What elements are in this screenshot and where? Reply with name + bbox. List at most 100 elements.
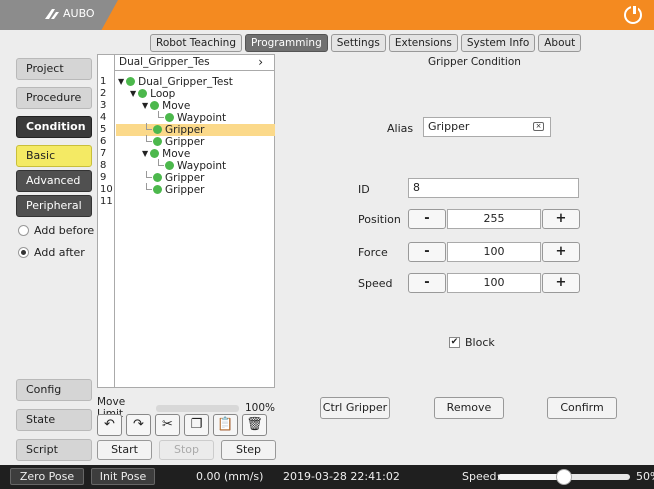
tree-item[interactable]: Gripper: [116, 135, 275, 148]
tab-extensions[interactable]: Extensions: [388, 34, 458, 52]
tree-item[interactable]: Waypoint: [116, 159, 275, 172]
zero-pose-button[interactable]: Zero Pose: [10, 468, 84, 485]
id-label: ID: [358, 183, 370, 196]
tab-programming[interactable]: Programming: [244, 34, 328, 52]
nav-project[interactable]: Project: [16, 58, 92, 80]
tree-item[interactable]: Gripper: [116, 183, 275, 196]
force-decrease-button[interactable]: -: [408, 242, 446, 262]
expand-arrow-icon[interactable]: ▼: [118, 76, 124, 88]
tree-item-label: Dual_Gripper_Test: [138, 76, 233, 88]
nav-script[interactable]: Script: [16, 439, 92, 461]
add-before-option[interactable]: Add before: [18, 224, 94, 237]
position-increase-button[interactable]: +: [542, 209, 580, 229]
panel-title: Gripper Condition: [428, 56, 521, 68]
tree-item[interactable]: Waypoint: [116, 111, 275, 124]
main-tabs: Robot Teaching Programming Settings Exte…: [150, 34, 582, 52]
tree-branch: [146, 183, 152, 190]
copy-icon: ❐: [190, 417, 203, 432]
tab-about[interactable]: About: [538, 34, 582, 52]
add-after-radio[interactable]: [18, 247, 29, 258]
power-icon[interactable]: [624, 6, 642, 24]
line-number: 8: [100, 160, 107, 171]
alias-value: Gripper: [428, 120, 470, 133]
undo-button[interactable]: ↶: [97, 414, 122, 436]
copy-button[interactable]: ❐: [184, 414, 209, 436]
speed-increase-button[interactable]: +: [542, 273, 580, 293]
nav-state[interactable]: State: [16, 409, 92, 431]
add-before-label: Add before: [34, 224, 95, 237]
line-number: 2: [100, 88, 107, 99]
paste-button[interactable]: 📋: [213, 414, 238, 436]
expand-arrow-icon[interactable]: ▼: [130, 88, 136, 100]
speed-slider-handle[interactable]: [556, 469, 572, 485]
step-button[interactable]: Step: [221, 440, 276, 460]
block-option[interactable]: ✔ Block: [449, 336, 495, 349]
id-input[interactable]: 8: [408, 178, 579, 198]
check-icon: [150, 148, 160, 158]
undo-icon: ↶: [104, 417, 115, 432]
force-input[interactable]: 100: [447, 242, 541, 262]
tree-branch: [146, 171, 152, 178]
check-icon: [153, 124, 162, 134]
confirm-button[interactable]: Confirm: [547, 397, 617, 419]
speed-slider-label: Speed:: [462, 470, 501, 483]
tree-item[interactable]: ▼ Loop: [116, 88, 275, 100]
force-label: Force: [358, 246, 388, 259]
remove-button[interactable]: Remove: [434, 397, 504, 419]
stop-button[interactable]: Stop: [159, 440, 214, 460]
tree-item-label: Gripper: [165, 172, 205, 184]
nav-peripheral[interactable]: Peripheral: [16, 195, 92, 217]
tab-system-info[interactable]: System Info: [460, 34, 536, 52]
tree-item[interactable]: ▼ Dual_Gripper_Test: [116, 76, 275, 88]
tree-branch: [158, 111, 164, 118]
redo-button[interactable]: ↷: [126, 414, 151, 436]
add-before-radio[interactable]: [18, 225, 29, 236]
cut-button[interactable]: ✂: [155, 414, 180, 436]
nav-procedure[interactable]: Procedure: [16, 87, 92, 109]
program-name-header[interactable]: Dual_Gripper_Tes ›: [115, 55, 275, 71]
datetime: 2019-03-28 22:41:02: [283, 470, 400, 483]
nav-condition[interactable]: Condition: [16, 116, 92, 138]
ctrl-gripper-button[interactable]: Ctrl Gripper: [320, 397, 390, 419]
tree-item[interactable]: ▼ Move: [116, 100, 275, 112]
tree-item-selected[interactable]: Gripper: [116, 123, 275, 136]
tree-branch: [146, 123, 152, 130]
trash-icon: 🗑: [246, 417, 263, 432]
alias-input[interactable]: Gripper ×: [423, 117, 551, 137]
expand-arrow-icon[interactable]: ▼: [142, 148, 148, 160]
check-icon: [153, 136, 162, 146]
tree-item-label: Waypoint: [177, 160, 227, 172]
tree-item-label: Gripper: [165, 136, 205, 148]
position-input[interactable]: 255: [447, 209, 541, 229]
aubo-logo: AUBO: [44, 7, 95, 20]
force-increase-button[interactable]: +: [542, 242, 580, 262]
check-icon: [153, 172, 162, 182]
nav-advanced[interactable]: Advanced: [16, 170, 92, 192]
scissors-icon: ✂: [162, 417, 173, 432]
init-pose-button[interactable]: Init Pose: [91, 468, 155, 485]
speed-label: Speed: [358, 277, 393, 290]
line-number: 10: [100, 184, 113, 195]
program-tree: 1 2 3 4 5 6 7 8 9 10 11 Dual_Gripper_Tes…: [97, 54, 275, 388]
speed-input[interactable]: 100: [447, 273, 541, 293]
add-after-option[interactable]: Add after: [18, 246, 85, 259]
move-limit-bar[interactable]: [156, 404, 239, 412]
delete-button[interactable]: 🗑: [242, 414, 267, 436]
speed-slider[interactable]: [498, 469, 630, 485]
tree-item[interactable]: Gripper: [116, 171, 275, 184]
position-decrease-button[interactable]: -: [408, 209, 446, 229]
check-icon: [165, 112, 174, 122]
start-button[interactable]: Start: [97, 440, 152, 460]
speed-decrease-button[interactable]: -: [408, 273, 446, 293]
nav-basic[interactable]: Basic: [16, 145, 92, 167]
chevron-right-icon[interactable]: ›: [258, 55, 263, 70]
block-checkbox[interactable]: ✔: [449, 337, 460, 348]
check-icon: [165, 160, 174, 170]
aubo-logo-icon: [45, 8, 59, 19]
nav-config[interactable]: Config: [16, 379, 92, 401]
tab-robot-teaching[interactable]: Robot Teaching: [150, 34, 242, 52]
expand-arrow-icon[interactable]: ▼: [142, 100, 148, 112]
tab-settings[interactable]: Settings: [330, 34, 386, 52]
clear-input-icon[interactable]: ×: [533, 122, 544, 131]
tree-item[interactable]: ▼ Move: [116, 148, 275, 160]
